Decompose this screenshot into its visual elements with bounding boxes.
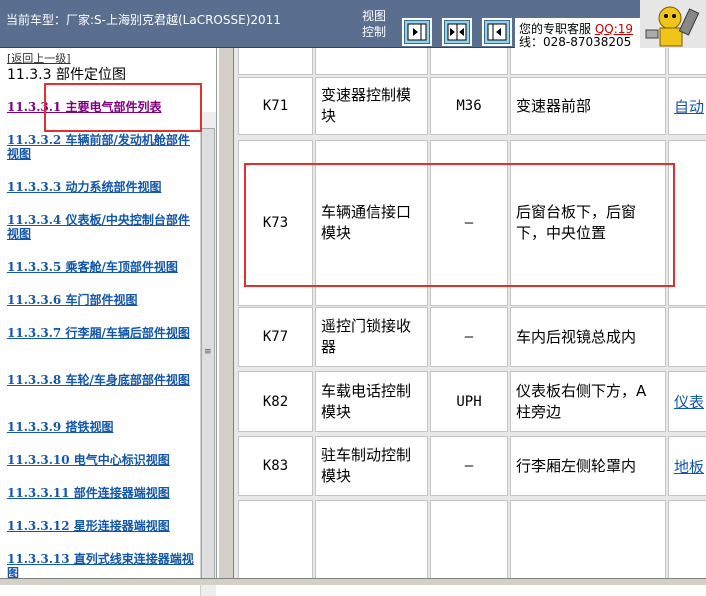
sidebar-item-inline-connector-view[interactable]: 11.3.3.13 直列式线束连接器端视图 (7, 552, 199, 580)
phone-label: 线：028-87038205 (519, 36, 632, 48)
sidebar-item-door-view[interactable]: 11.3.3.6 车门部件视图 (7, 293, 199, 307)
cell-location: 车内后视镜总成内 (510, 307, 666, 367)
mascot-image (640, 0, 706, 48)
cell-name (315, 48, 428, 75)
table-row: K83 驻车制动控制模块 — 行李厢左侧轮罩内 地板 (234, 433, 706, 499)
cell-name (315, 500, 428, 578)
cell-id: K71 (238, 77, 313, 135)
show-right-icon (407, 23, 427, 41)
cell-connector: — (430, 307, 508, 367)
service-label: 您的专职客服 (519, 22, 592, 36)
cell-location: 仪表板右侧下方，A柱旁边 (510, 371, 666, 432)
cell-link[interactable]: 自动 (668, 77, 706, 135)
split-icon (447, 23, 467, 41)
sidebar-item-cabin-view[interactable]: 11.3.3.5 乘客舱/车顶部件视图 (7, 260, 199, 274)
top-bar: 当前车型：厂家:S-上海别克君越(LaCROSSE)2011 视图控制 您的专职… (0, 0, 706, 48)
cell-connector (430, 500, 508, 578)
service-label-row: 您的专职客服 QQ:19 (519, 20, 633, 37)
section-title: 11.3.3 部件定位图 (7, 67, 126, 83)
highlight-box-sidebar (44, 83, 202, 132)
cell-link[interactable] (668, 48, 706, 75)
cell-link[interactable] (668, 307, 706, 367)
show-right-pane-button[interactable] (402, 18, 432, 46)
highlight-box-table (244, 163, 675, 287)
sidebar-item-front-engine-view[interactable]: 11.3.3.2 车辆前部/发动机舱部件视图 (7, 133, 199, 161)
cell-name: 车载电话控制模块 (315, 371, 428, 432)
sidebar-item-connector-view[interactable]: 11.3.3.11 部件连接器端视图 (7, 486, 199, 500)
sidebar-item-electrical-center-view[interactable]: 11.3.3.10 电气中心标识视图 (7, 453, 199, 467)
table-row: K82 车载电话控制模块 UPH 仪表板右侧下方，A柱旁边 仪表 (234, 368, 706, 435)
cell-link[interactable]: 地板 (668, 436, 706, 496)
sidebar-item-dashboard-view[interactable]: 11.3.3.4 仪表板/中央控制台部件视图 (7, 213, 199, 241)
parts-table: K71 变速器控制模块 M36 变速器前部 自动 K73 车辆通信接口模块 — … (234, 48, 706, 578)
cell-location: 行李厢左侧轮罩内 (510, 436, 666, 496)
sidebar-item-star-connector-view[interactable]: 11.3.3.12 星形连接器端视图 (7, 519, 199, 533)
current-car-label: 当前车型：厂家:S-上海别克君越(LaCROSSE)2011 (6, 13, 281, 27)
cell-link[interactable]: 仪表 (668, 371, 706, 432)
cell-connector: — (430, 436, 508, 496)
show-left-pane-button[interactable] (482, 18, 512, 46)
cell-link[interactable] (668, 500, 706, 578)
scroll-grip-icon: ≡ (204, 347, 212, 357)
cell-id: K82 (238, 371, 313, 432)
cell-id (238, 500, 313, 578)
sidebar-item-trunk-view[interactable]: 11.3.3.7 行李厢/车辆后部件视图 (7, 326, 199, 340)
cell-name: 遥控门锁接收器 (315, 307, 428, 367)
show-left-icon (487, 23, 507, 41)
cell-connector (430, 48, 508, 75)
cell-location (510, 500, 666, 578)
sidebar-item-wheel-view[interactable]: 11.3.3.8 车轮/车身底部部件视图 (7, 373, 199, 387)
table-row: K77 遥控门锁接收器 — 车内后视镜总成内 (234, 304, 706, 370)
pane-divider[interactable] (218, 48, 234, 578)
split-view-button[interactable] (442, 18, 472, 46)
cell-location: 变速器前部 (510, 77, 666, 135)
sidebar-item-powertrain-view[interactable]: 11.3.3.3 动力系统部件视图 (7, 180, 199, 194)
table-row (234, 497, 706, 578)
sidebar-item-ground-view[interactable]: 11.3.3.9 搭铁视图 (7, 420, 199, 434)
table-row: K71 变速器控制模块 M36 变速器前部 自动 (234, 74, 706, 138)
cell-connector: UPH (430, 371, 508, 432)
cell-connector: M36 (430, 77, 508, 135)
status-bar (0, 578, 706, 585)
cell-id: K77 (238, 307, 313, 367)
cell-location (510, 48, 666, 75)
sidebar: [返回上一级] 11.3.3 部件定位图 11.3.3.1 主要电气部件列表 1… (0, 48, 217, 596)
cell-name: 变速器控制模块 (315, 77, 428, 135)
view-control-label: 视图控制 (362, 9, 387, 39)
cell-id (238, 48, 313, 75)
cell-id: K83 (238, 436, 313, 496)
cell-name: 驻车制动控制模块 (315, 436, 428, 496)
qq-link[interactable]: QQ:19 (595, 22, 633, 36)
